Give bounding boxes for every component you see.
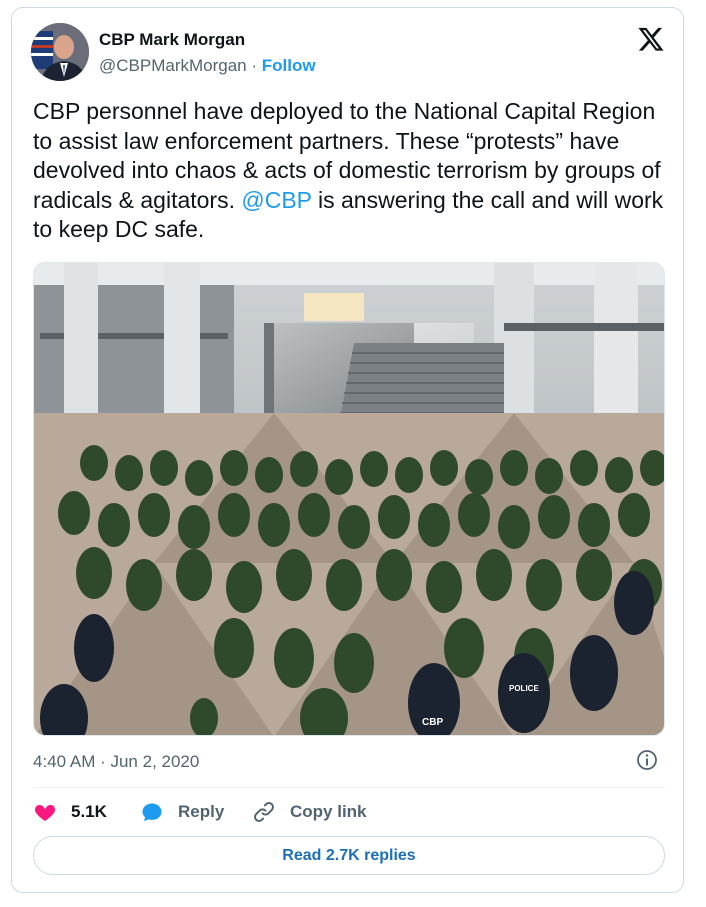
reply-button[interactable]: Reply [140, 800, 252, 824]
copy-link-button[interactable]: Copy link [252, 800, 367, 824]
photo-vest-cbp-label: CBP [422, 717, 443, 728]
follow-button[interactable]: Follow [262, 56, 316, 75]
photo-illustration: CBP POLICE [34, 263, 664, 735]
tweet-timestamp[interactable]: 4:40 AM · Jun 2, 2020 [33, 752, 199, 772]
tweet-photo[interactable]: CBP POLICE [33, 262, 665, 736]
action-bar: 5.1K Reply Copy link [33, 798, 367, 826]
divider [33, 787, 665, 788]
link-icon [254, 802, 274, 822]
copy-link-label: Copy link [290, 802, 367, 821]
author-handle[interactable]: @CBPMarkMorgan [99, 56, 247, 75]
read-replies-button[interactable]: Read 2.7K replies [33, 836, 665, 875]
speech-bubble-icon [142, 803, 162, 821]
tweet-card: CBP Mark Morgan @CBPMarkMorgan · Follow … [11, 7, 684, 893]
avatar[interactable] [31, 23, 89, 81]
like-count: 5.1K [71, 802, 107, 821]
handle-row: @CBPMarkMorgan · Follow [99, 56, 316, 76]
info-icon[interactable] [635, 748, 659, 772]
tweet-text: CBP personnel have deployed to the Natio… [33, 97, 673, 245]
reply-label: Reply [178, 802, 225, 821]
author-name[interactable]: CBP Mark Morgan [99, 30, 245, 50]
like-button[interactable]: 5.1K [33, 800, 140, 824]
separator-dot: · [251, 56, 258, 75]
mention-link[interactable]: @CBP [241, 187, 311, 213]
x-logo-icon[interactable] [637, 25, 665, 53]
heart-icon [34, 805, 56, 821]
photo-vest-police-label: POLICE [509, 684, 539, 693]
